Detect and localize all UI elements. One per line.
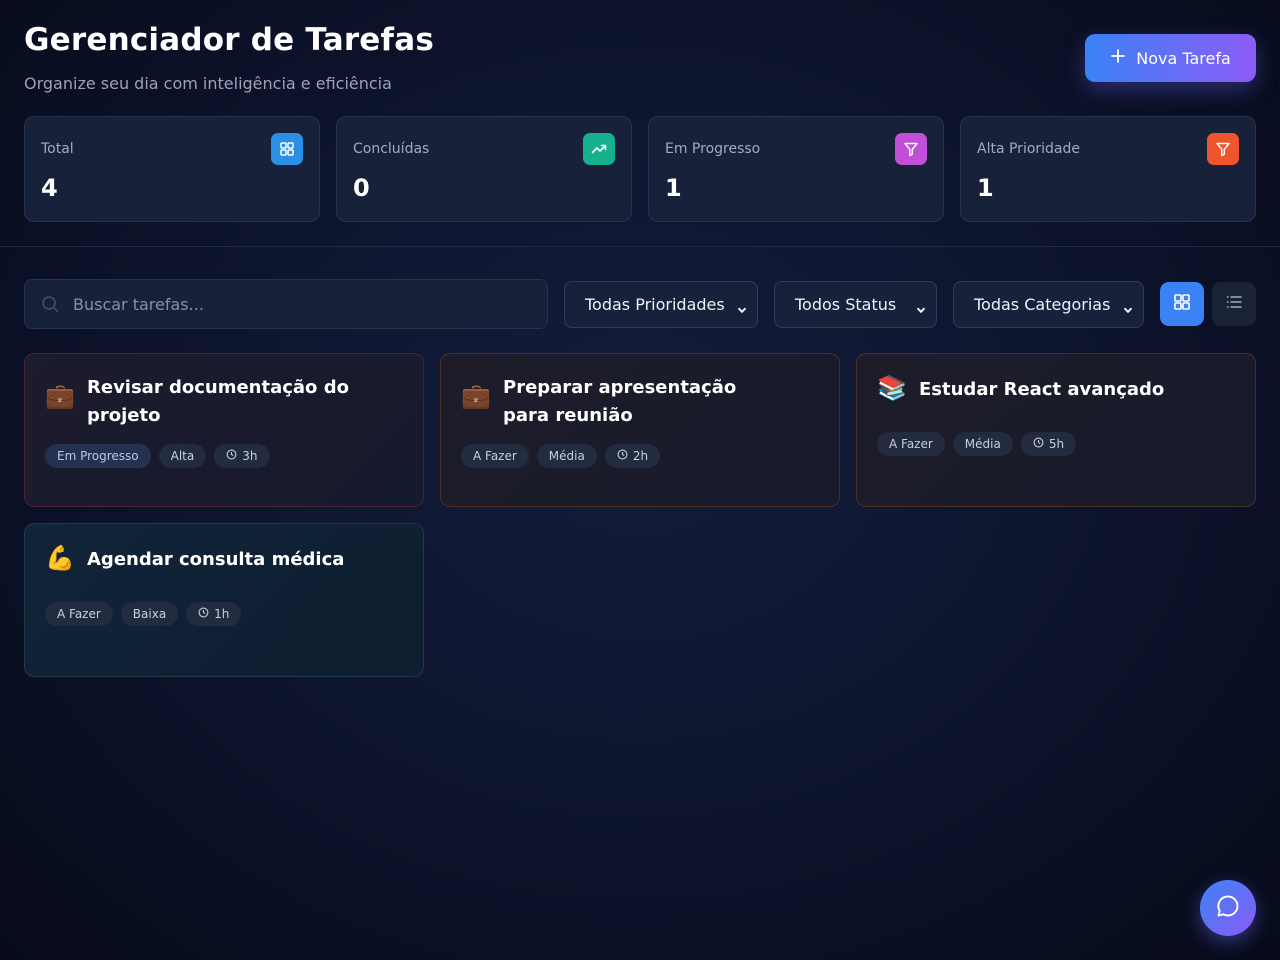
stats-row: Total 4 Concluídas 0 Em Progresso 1 Alta… <box>24 116 1256 222</box>
stat-label: Total <box>41 141 74 157</box>
task-title: Revisar documentação do projeto <box>87 377 349 426</box>
grid-view-button[interactable] <box>1160 282 1204 326</box>
stat-card-high-priority: Alta Prioridade 1 <box>960 116 1256 222</box>
stat-value: 1 <box>665 174 682 202</box>
list-icon <box>1225 293 1243 315</box>
filter-icon <box>895 133 927 165</box>
page-header: Gerenciador de Tarefas Organize seu dia … <box>24 22 434 93</box>
clock-icon <box>198 607 209 621</box>
stat-card-in-progress: Em Progresso 1 <box>648 116 944 222</box>
stat-value: 4 <box>41 174 58 202</box>
task-title: Agendar consulta médica <box>87 549 345 570</box>
time-badge: 1h <box>186 602 242 626</box>
section-divider <box>0 246 1280 247</box>
task-card[interactable]: 📚 Estudar React avançado A Fazer Média 5… <box>856 353 1256 507</box>
clock-icon <box>226 449 237 463</box>
page-title: Gerenciador de Tarefas <box>24 22 434 58</box>
status-badge: A Fazer <box>877 432 945 456</box>
status-filter-value: Todos Status <box>795 295 897 314</box>
stat-value: 1 <box>977 174 994 202</box>
grid-icon <box>1173 293 1191 315</box>
status-badge: A Fazer <box>45 602 113 626</box>
priority-badge: Alta <box>158 444 207 468</box>
flexed-biceps-icon: 💪 <box>45 544 75 572</box>
task-title: Estudar React avançado <box>919 379 1165 400</box>
status-badge: A Fazer <box>461 444 529 468</box>
chat-bubble-icon <box>1215 893 1241 923</box>
stat-label: Em Progresso <box>665 141 761 157</box>
time-estimate: 1h <box>214 607 230 621</box>
time-badge: 2h <box>604 444 661 468</box>
page-subtitle: Organize seu dia com inteligência e efic… <box>24 74 392 93</box>
time-badge: 3h <box>214 444 270 468</box>
books-icon: 📚 <box>877 374 907 402</box>
new-task-button[interactable]: Nova Tarefa <box>1085 34 1256 82</box>
priority-badge: Média <box>952 432 1013 456</box>
stat-label: Alta Prioridade <box>977 141 1081 157</box>
time-estimate: 2h <box>632 449 649 463</box>
search-input[interactable] <box>73 280 533 328</box>
stat-label: Concluídas <box>353 141 430 157</box>
time-estimate: 5h <box>1048 437 1065 451</box>
task-card[interactable]: 💪 Agendar consulta médica A Fazer Baixa … <box>24 523 424 677</box>
briefcase-icon: 💼 <box>45 382 75 410</box>
clock-icon <box>1033 437 1044 451</box>
task-card[interactable]: 💼 Revisar documentação do projeto Em Pro… <box>24 353 424 507</box>
priority-badge: Média <box>536 444 597 468</box>
filter-icon <box>1207 133 1239 165</box>
list-view-button[interactable] <box>1212 282 1256 326</box>
priority-badge: Baixa <box>120 602 179 626</box>
priority-filter-value: Todas Prioridades <box>585 295 725 314</box>
time-badge: 5h <box>1020 432 1077 456</box>
status-filter-select[interactable]: Todos Status <box>774 281 937 328</box>
time-estimate: 3h <box>242 449 258 463</box>
search-icon <box>41 295 59 317</box>
category-filter-select[interactable]: Todas Categorias <box>953 281 1144 328</box>
task-card[interactable]: 💼 Preparar apresentação para reunião A F… <box>440 353 840 507</box>
task-title: Preparar apresentação para reunião <box>503 377 737 426</box>
clock-icon <box>617 449 628 463</box>
search-box[interactable] <box>24 279 548 329</box>
category-filter-value: Todas Categorias <box>974 295 1111 314</box>
briefcase-icon: 💼 <box>461 382 491 410</box>
grid-icon <box>271 133 303 165</box>
chat-button[interactable] <box>1200 880 1256 936</box>
trending-up-icon <box>583 133 615 165</box>
chevron-down-icon <box>737 300 747 319</box>
new-task-label: Nova Tarefa <box>1136 48 1231 68</box>
stat-card-total: Total 4 <box>24 116 320 222</box>
chevron-down-icon <box>916 300 926 319</box>
stat-card-completed: Concluídas 0 <box>336 116 632 222</box>
status-badge: Em Progresso <box>45 444 151 468</box>
priority-filter-select[interactable]: Todas Prioridades <box>564 281 758 328</box>
chevron-down-icon <box>1123 300 1133 319</box>
stat-value: 0 <box>353 174 370 202</box>
plus-icon <box>1110 47 1126 69</box>
